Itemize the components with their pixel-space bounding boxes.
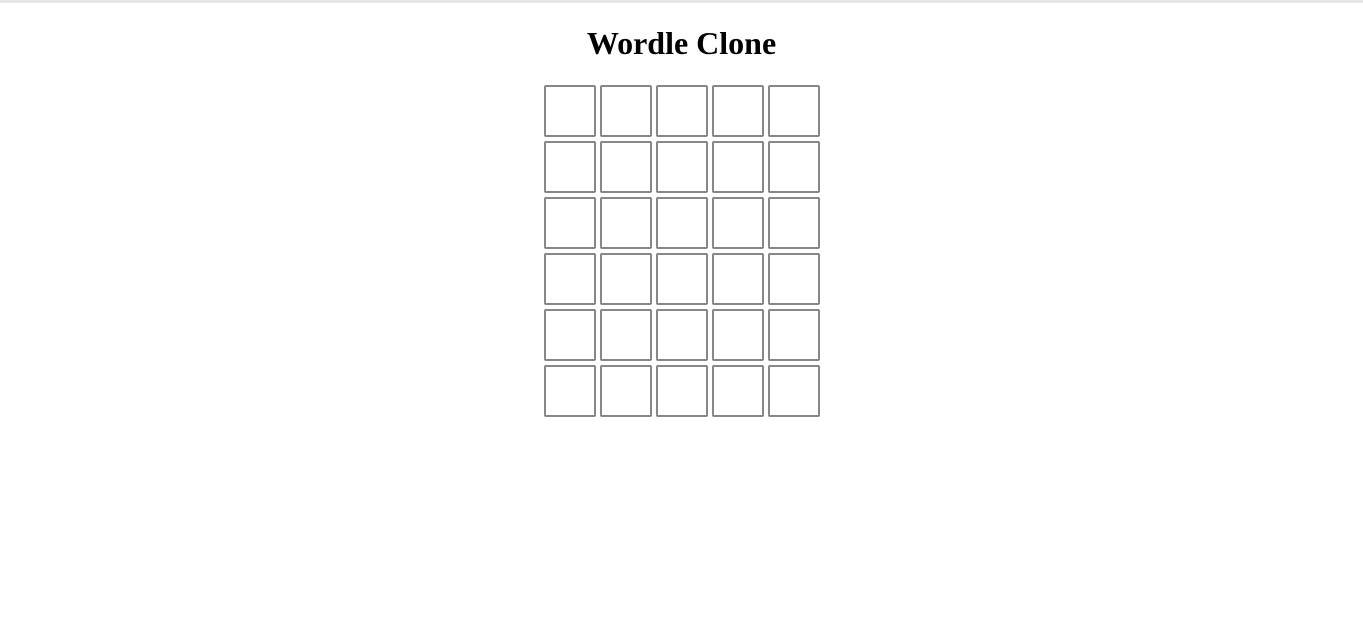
tile	[544, 253, 596, 305]
tile	[656, 85, 708, 137]
tile	[544, 309, 596, 361]
tile	[600, 253, 652, 305]
tile	[712, 365, 764, 417]
tile	[768, 85, 820, 137]
tile	[600, 309, 652, 361]
tile	[656, 253, 708, 305]
tile	[600, 365, 652, 417]
tile	[600, 141, 652, 193]
page-title: Wordle Clone	[586, 25, 777, 61]
tile	[712, 141, 764, 193]
game-board	[544, 85, 820, 417]
tile	[544, 365, 596, 417]
tile	[712, 253, 764, 305]
tile	[656, 309, 708, 361]
tile	[600, 85, 652, 137]
tile	[768, 309, 820, 361]
tile	[768, 141, 820, 193]
tile	[544, 85, 596, 137]
tile	[544, 197, 596, 249]
tile	[768, 197, 820, 249]
tile	[656, 141, 708, 193]
tile	[712, 85, 764, 137]
tile	[768, 253, 820, 305]
tile	[712, 197, 764, 249]
game-page: Wordle Clone	[0, 3, 1363, 622]
tile	[600, 197, 652, 249]
tile	[656, 365, 708, 417]
tile	[712, 309, 764, 361]
tile	[656, 197, 708, 249]
tile	[544, 141, 596, 193]
tile	[768, 365, 820, 417]
